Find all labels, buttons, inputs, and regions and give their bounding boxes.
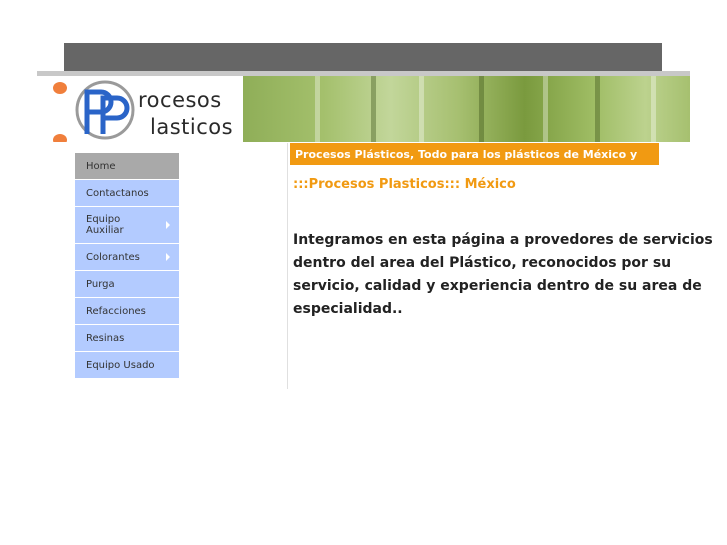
sidebar-item-label: Home bbox=[86, 160, 116, 172]
top-bar bbox=[64, 43, 662, 71]
page-title: :::Procesos Plasticos::: México bbox=[293, 177, 516, 192]
intro-paragraph: Integramos en esta página a provedores d… bbox=[293, 232, 713, 317]
sidebar-item-purga[interactable]: Purga bbox=[75, 271, 179, 298]
sidebar-item-refacciones[interactable]: Refacciones bbox=[75, 298, 179, 325]
sidebar-item-label: Purga bbox=[86, 278, 115, 290]
sidebar-item-label: Colorantes bbox=[86, 251, 140, 263]
sidebar-item-contactanos[interactable]: Contactanos bbox=[75, 180, 179, 207]
logo[interactable]: rocesos lasticos bbox=[37, 76, 243, 142]
sidebar-item-home[interactable]: Home bbox=[75, 153, 179, 180]
sidebar-item-label: Resinas bbox=[86, 332, 125, 344]
header-banner-image bbox=[243, 76, 690, 142]
logo-dot-icon bbox=[53, 134, 67, 142]
logo-dot-icon bbox=[53, 82, 67, 94]
sidebar-item-label: Contactanos bbox=[86, 187, 149, 199]
pp-monogram-icon bbox=[75, 80, 135, 140]
sidebar-menu: Home Contactanos Equipo Auxiliar Coloran… bbox=[75, 153, 179, 379]
sidebar-item-resinas[interactable]: Resinas bbox=[75, 325, 179, 352]
sidebar-item-label: Equipo Auxiliar bbox=[86, 214, 124, 236]
logo-word-procesos: rocesos bbox=[138, 88, 222, 112]
submenu-arrow-icon bbox=[166, 221, 170, 229]
content-divider bbox=[287, 143, 288, 389]
sidebar-item-label: Equipo Usado bbox=[86, 359, 155, 371]
sidebar-item-equipo-usado[interactable]: Equipo Usado bbox=[75, 352, 179, 379]
submenu-arrow-icon bbox=[166, 253, 170, 261]
sidebar-item-equipo-auxiliar[interactable]: Equipo Auxiliar bbox=[75, 207, 179, 244]
site-header: rocesos lasticos bbox=[37, 76, 690, 142]
sidebar-item-label: Refacciones bbox=[86, 305, 146, 317]
logo-word-plasticos: lasticos bbox=[150, 115, 234, 139]
marquee-text: Procesos Plásticos, Todo para los plásti… bbox=[295, 147, 638, 161]
marquee-banner: Procesos Plásticos, Todo para los plásti… bbox=[290, 143, 659, 165]
sidebar-item-colorantes[interactable]: Colorantes bbox=[75, 244, 179, 271]
